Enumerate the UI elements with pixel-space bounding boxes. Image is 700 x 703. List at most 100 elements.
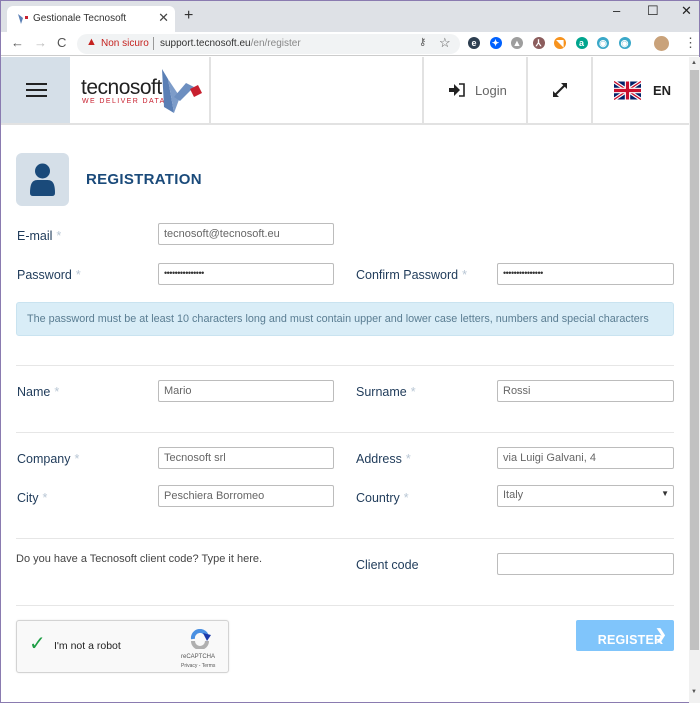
section-divider — [16, 432, 674, 433]
fullscreen-button[interactable] — [526, 57, 591, 123]
client-code-field[interactable] — [497, 553, 674, 575]
confirm-password-field[interactable]: ••••••••••••••• — [497, 263, 674, 285]
dropdown-arrow-icon: ▼ — [661, 489, 669, 498]
scroll-thumb[interactable] — [690, 70, 699, 650]
country-label-text: Country — [356, 491, 400, 505]
required-mark: * — [403, 491, 409, 505]
pdf-extension-icon[interactable]: ⅄ — [532, 37, 545, 49]
page-scrollbar[interactable]: ▲ ▼ — [689, 57, 700, 703]
register-button[interactable]: REGISTER ❯ — [576, 620, 674, 651]
password-field[interactable]: ••••••••••••••• — [158, 263, 334, 285]
scroll-up-arrow[interactable]: ▲ — [691, 60, 697, 66]
recaptcha-logo-icon — [190, 629, 211, 649]
email-field[interactable] — [158, 223, 334, 245]
email-label: E-mail * — [17, 229, 61, 243]
city-label: City * — [17, 491, 47, 505]
security-status[interactable]: Non sicuro — [101, 38, 149, 49]
tab-close-icon[interactable]: ✕ — [158, 10, 169, 26]
recaptcha-widget: ✓ I'm not a robot reCAPTCHA Privacy - Te… — [16, 620, 229, 673]
ext-eye-2-extension-icon[interactable]: ◉ — [618, 37, 631, 49]
language-label: EN — [653, 83, 672, 98]
url-text[interactable]: support.tecnosoft.eu/en/register — [160, 38, 301, 49]
surname-field[interactable] — [497, 380, 674, 402]
client-code-hint: Do you have a Tecnosoft client code? Typ… — [16, 553, 263, 565]
section-divider — [16, 605, 674, 606]
new-tab-button[interactable]: + — [184, 7, 193, 25]
address-label-text: Address — [356, 452, 402, 466]
company-label-text: Company — [17, 452, 71, 466]
minimize-button[interactable]: – — [613, 3, 620, 18]
confirm-password-label-text: Confirm Password — [356, 268, 459, 282]
site-header: tecnosoft WE DELIVER DATA Login EN — [1, 57, 689, 125]
country-select[interactable]: Italy ▼ — [497, 485, 674, 507]
company-field[interactable] — [158, 447, 334, 469]
close-window-button[interactable]: ✕ — [681, 3, 692, 19]
recaptcha-privacy-terms-links[interactable]: Privacy - Terms — [181, 663, 215, 669]
password-label-text: Password — [17, 268, 72, 282]
captcha-label: I'm not a robot — [54, 640, 121, 652]
profile-avatar[interactable] — [654, 36, 669, 51]
bookmark-star-icon[interactable]: ☆ — [439, 35, 451, 51]
country-label: Country * — [356, 491, 409, 505]
tab-title: Gestionale Tecnosoft — [33, 13, 127, 24]
chevron-right-icon: ❯ — [655, 626, 667, 642]
logo-text: tecnosoft — [81, 76, 162, 99]
scroll-down-arrow[interactable]: ▼ — [691, 689, 697, 695]
logo-tagline: WE DELIVER DATA — [82, 98, 166, 105]
rss-extension-icon[interactable]: ◥ — [554, 37, 566, 49]
hamburger-line — [26, 83, 47, 85]
client-code-label-text: Client code — [356, 558, 419, 572]
drive-extension-icon[interactable]: ▲ — [511, 37, 523, 49]
address-field[interactable] — [497, 447, 674, 469]
browser-toolbar: ← → C ▲ Non sicuro support.tecnosoft.eu/… — [1, 32, 699, 56]
confirm-password-label: Confirm Password * — [356, 268, 467, 282]
required-mark: * — [405, 452, 411, 466]
registration-icon-box — [16, 153, 69, 206]
surname-label: Surname * — [356, 385, 416, 399]
tecnosoft-logo[interactable]: tecnosoft WE DELIVER DATA — [70, 57, 211, 123]
reload-button[interactable]: C — [57, 35, 66, 50]
section-divider — [16, 538, 674, 539]
password-requirements-info: The password must be at least 10 charact… — [16, 302, 674, 336]
page-title: REGISTRATION — [86, 171, 202, 188]
uk-flag-icon — [614, 81, 641, 100]
language-selector[interactable]: EN — [591, 57, 689, 123]
address-label: Address * — [356, 452, 411, 466]
browser-tab[interactable]: Gestionale Tecnosoft ✕ — [7, 6, 175, 32]
country-selected-value: Italy — [503, 489, 524, 501]
hamburger-line — [26, 95, 47, 97]
required-mark: * — [462, 268, 467, 282]
user-icon — [30, 163, 55, 196]
required-mark: * — [74, 452, 80, 466]
browser-window: Gestionale Tecnosoft ✕ + – ☐ ✕ ← → C ▲ N… — [0, 0, 700, 703]
omnibox-divider — [153, 37, 154, 50]
maximize-button[interactable]: ☐ — [647, 3, 659, 19]
sign-in-icon — [449, 83, 465, 97]
tab-strip: Gestionale Tecnosoft ✕ + – ☐ ✕ — [1, 1, 699, 32]
origami-bird-icon — [162, 69, 202, 113]
ext-eye-1-extension-icon[interactable]: ◉ — [597, 37, 609, 49]
captcha-checkbox-checked-icon[interactable]: ✓ — [29, 631, 46, 656]
key-icon[interactable]: ⚷ — [419, 37, 426, 48]
login-button[interactable]: Login — [422, 57, 526, 123]
name-field[interactable] — [158, 380, 334, 402]
required-mark: * — [75, 268, 81, 282]
back-button[interactable]: ← — [11, 35, 24, 50]
name-label: Name * — [17, 385, 59, 399]
forward-button[interactable]: → — [34, 35, 47, 50]
tecnosoft-favicon-icon — [18, 14, 28, 24]
dropbox-extension-icon[interactable]: ✦ — [489, 37, 502, 49]
browser-menu-icon[interactable]: ⋮ — [684, 35, 697, 51]
name-label-text: Name — [17, 385, 51, 399]
ext-a-extension-icon[interactable]: a — [575, 37, 588, 49]
city-field[interactable] — [158, 485, 334, 507]
section-divider — [16, 365, 674, 366]
hamburger-line — [26, 89, 47, 91]
required-mark: * — [56, 229, 62, 243]
ext-e-extension-icon[interactable]: e — [468, 37, 480, 49]
address-bar[interactable]: ▲ Non sicuro support.tecnosoft.eu/en/reg… — [77, 34, 460, 54]
city-label-text: City — [17, 491, 39, 505]
hamburger-menu-button[interactable] — [1, 57, 70, 123]
login-label: Login — [475, 83, 507, 98]
warning-icon: ▲ — [86, 36, 97, 48]
